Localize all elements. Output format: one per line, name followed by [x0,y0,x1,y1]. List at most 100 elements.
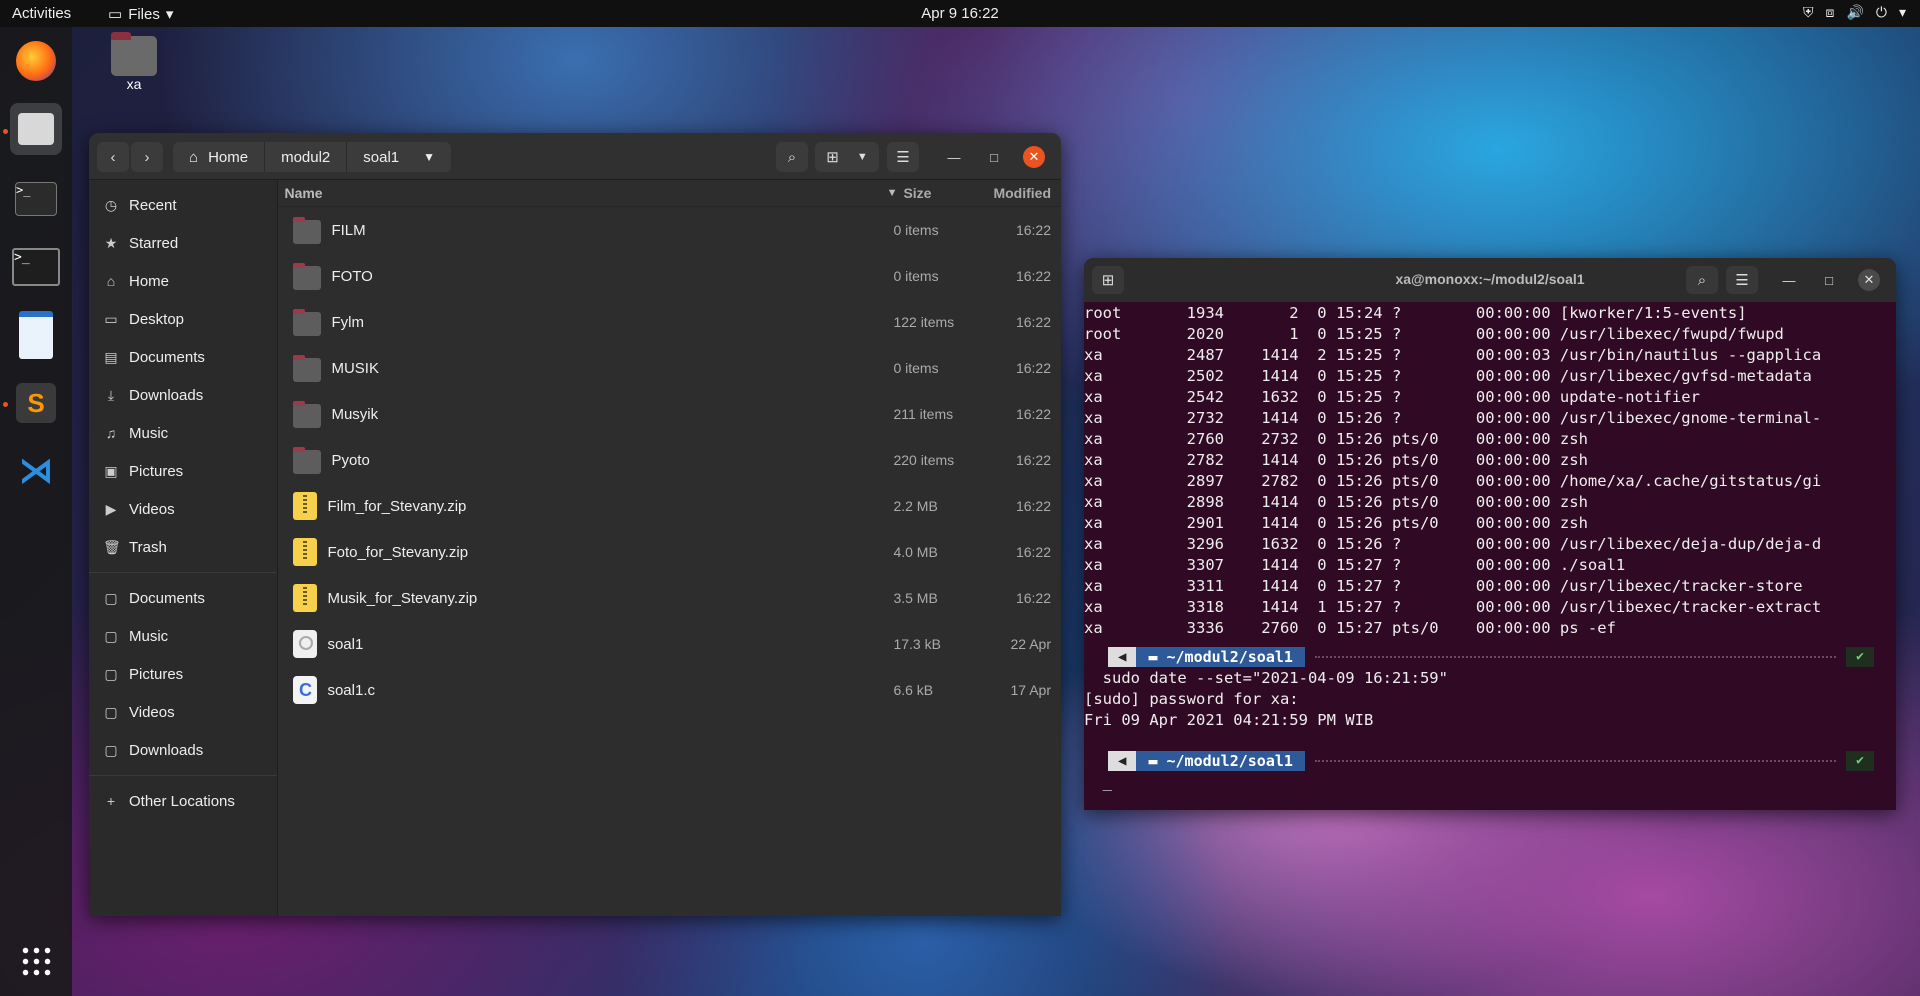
zip-archive-icon [293,584,318,612]
close-button[interactable]: ✕ [1023,146,1045,168]
folder-icon [293,401,322,428]
breadcrumb-soal1[interactable]: soal1 ▼ [347,142,451,172]
file-name-cell: Musyik [278,401,893,428]
chevron-down-icon[interactable]: ▾ [1899,4,1906,21]
shield-icon[interactable]: ⛨ [1803,4,1814,21]
sidebar-item-label: Recent [129,196,177,214]
file-modified: 16:22 [1015,590,1051,606]
column-header-size[interactable]: Size [903,185,993,201]
sidebar-item-videos[interactable]: ▶ Videos [89,490,277,528]
sidebar-item-starred[interactable]: ★ Starred [89,224,277,262]
file-row[interactable]: Musik_for_Stevany.zip 3.5 MB 16:22 [278,575,1061,621]
sidebar-item-downloads[interactable]: ⤓ Downloads [89,376,277,414]
minimize-button[interactable]: — [1778,269,1800,291]
folder-icon [293,447,322,474]
volume-icon[interactable]: 🔊 [1846,4,1863,21]
sidebar-item-label: Pictures [129,665,184,683]
file-row[interactable]: Pyoto 220 items 16:22 [278,437,1061,483]
running-indicator [3,402,8,407]
file-row[interactable]: Film_for_Stevany.zip 2.2 MB 16:22 [278,483,1061,529]
sidebar-item-label: Desktop [129,310,185,328]
search-button[interactable]: ⌕ [776,142,808,172]
prompt-directory-label: ~/modul2/soal1 [1166,647,1293,666]
prompt-filler [1314,655,1837,658]
back-button[interactable]: ‹ [97,142,129,172]
file-row[interactable]: Fylm 122 items 16:22 [278,299,1061,345]
sidebar-bookmark-music[interactable]: ▢ Music [89,617,277,655]
vscode-icon[interactable]: ⋊ [10,445,62,497]
menu-button[interactable]: ☰ [887,142,919,172]
sidebar-item-desktop[interactable]: ▭ Desktop [89,300,277,338]
sidebar-bookmark-downloads[interactable]: ▢ Downloads [89,731,277,769]
column-header-modified[interactable]: Modified [993,185,1061,201]
terminal-alt-icon[interactable]: >_ [10,241,62,293]
ps-line: root 2020 1 0 15:25 ? 00:00:00 /usr/libe… [1084,325,1784,343]
sidebar-other-locations[interactable]: + Other Locations [89,782,277,820]
sidebar-item-home[interactable]: ⌂ Home [89,262,277,300]
minimize-button[interactable]: — [943,146,965,168]
app-menu[interactable]: ▭ Files ▾ [108,5,173,24]
shell-prompt: ◀ ▬ ~/modul2/soal1 ✔ [1084,749,1896,772]
places-sidebar: ◷ Recent ★ Starred ⌂ Home ▭ Desktop ▤ Documen… [89,180,279,916]
file-row[interactable]: Foto_for_Stevany.zip 4.0 MB 16:22 [278,529,1061,575]
prompt-directory-label: ~/modul2/soal1 [1166,751,1293,770]
file-row[interactable]: MUSIK 0 items 16:22 [278,345,1061,391]
terminal-search-button[interactable]: ⌕ [1686,266,1718,294]
file-row[interactable]: FOTO 0 items 16:22 [278,253,1061,299]
text-editor-icon[interactable] [10,309,62,361]
sidebar-bookmark-pictures[interactable]: ▢ Pictures [89,655,277,693]
file-modified: 22 Apr [1010,636,1051,652]
maximize-button[interactable]: □ [1818,269,1840,291]
view-toggle-button[interactable]: ⊞ ▼ [815,142,879,172]
file-size: 211 items [893,406,954,422]
terminal-output[interactable]: root 1934 2 0 15:24 ? 00:00:00 [kworker/… [1084,303,1896,810]
star-icon: ★ [104,234,118,251]
firefox-icon[interactable] [10,35,62,87]
sidebar-item-pictures[interactable]: ▣ Pictures [89,452,277,490]
file-name-cell: Fylm [278,309,893,336]
show-apps-icon[interactable] [10,935,62,987]
search-icon: ⌕ [1697,271,1707,289]
sidebar-item-recent[interactable]: ◷ Recent [89,186,277,224]
terminal-menu-button[interactable]: ☰ [1726,266,1758,294]
terminal-icon[interactable]: >_ [10,173,62,225]
sidebar-item-trash[interactable]: 🗑 Trash [89,528,277,566]
zip-archive-icon [293,492,318,520]
sidebar-bookmark-videos[interactable]: ▢ Videos [89,693,277,731]
sublime-text-icon[interactable]: S [10,377,62,429]
desktop-home-icon[interactable]: xa [106,32,162,92]
output-line: [sudo] password for xa: [1084,690,1299,708]
sidebar-item-music[interactable]: ♫ Music [89,414,277,452]
sidebar-item-documents[interactable]: ▤ Documents [89,338,277,376]
activities-button[interactable]: Activities [12,5,71,22]
forward-button[interactable]: › [131,142,163,172]
maximize-button[interactable]: □ [983,146,1005,168]
clock[interactable]: Apr 9 16:22 [921,5,999,22]
sidebar-bookmark-documents[interactable]: ▢ Documents [89,579,277,617]
file-row[interactable]: FILM 0 items 16:22 [278,207,1061,253]
folder-icon [293,355,322,382]
file-row[interactable]: soal1 17.3 kB 22 Apr [278,621,1061,667]
breadcrumb-modul2[interactable]: modul2 [265,142,348,172]
files-icon[interactable] [10,103,62,155]
network-icon[interactable]: ⧈ [1826,4,1835,21]
sidebar-divider [89,572,278,573]
file-row[interactable]: Musyik 211 items 16:22 [278,391,1061,437]
close-button[interactable]: ✕ [1858,269,1880,291]
new-tab-button[interactable]: ⊞ [1092,266,1124,294]
power-icon[interactable]: ⏻ [1876,4,1887,21]
file-size: 220 items [893,452,955,468]
file-row[interactable]: Csoal1.c 6.6 kB 17 Apr [278,667,1061,713]
column-header-name[interactable]: Name ▼ [278,185,903,201]
folder-icon: ▬ [1148,751,1167,770]
top-bar: Activities ▭ Files ▾ Apr 9 16:22 ⛨ ⧈ 🔊 ⏻… [0,0,1920,27]
breadcrumb-home[interactable]: ⌂ Home [173,142,266,172]
plus-icon: + [106,793,116,809]
files-window: ‹ › ⌂ Home modul2 soal1 ▼ ⌕ ⊞ ▼ ☰ — □ ✕ … [89,133,1061,916]
files-icon: ▭ [108,6,123,23]
file-name-cell: MUSIK [278,355,893,382]
sidebar-item-label: Home [129,272,170,290]
file-size: 3.5 MB [893,590,938,606]
file-size: 2.2 MB [893,498,938,514]
file-size: 4.0 MB [893,544,938,560]
